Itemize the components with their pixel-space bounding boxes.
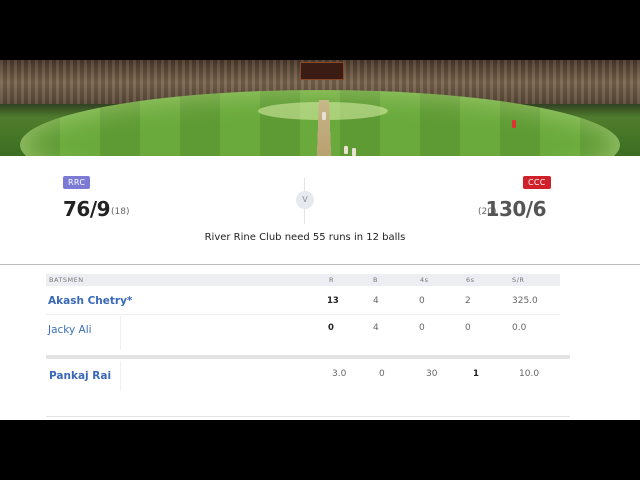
batsman-name-link[interactable]: Jacky Ali	[48, 324, 92, 336]
card-bottom-divider	[46, 416, 570, 417]
bowler-name-link[interactable]: Pankaj Rai	[49, 370, 111, 382]
header-runs: R	[329, 276, 335, 284]
header-strike-rate: S/R	[512, 276, 525, 284]
batting-table-header: BATSMEN R B 4s 6s S/R	[46, 274, 560, 286]
overs-left: (18)	[111, 207, 130, 217]
batsman-name-link[interactable]: Akash Chetry*	[48, 295, 132, 307]
team-badge-right[interactable]: CCC	[523, 176, 551, 189]
match-status-text: River Rine Club need 55 runs in 12 balls	[204, 232, 406, 243]
pitch	[316, 100, 332, 156]
column-divider	[120, 316, 121, 350]
score-right: 130/6	[485, 197, 547, 221]
batsman-sixes: 2	[465, 296, 471, 306]
batsman-fours: 0	[419, 296, 425, 306]
scorecard: RRC CCC 76/9 (18) (20) 130/6 V River Rin…	[0, 156, 640, 420]
batting-bowling-separator	[46, 355, 570, 359]
batsman-strike-rate: 0.0	[512, 323, 527, 333]
batsman-sixes: 0	[465, 323, 471, 333]
batsman-balls: 4	[373, 323, 379, 333]
stadium-banner-image	[0, 60, 640, 156]
bowler-overs: 3.0	[332, 369, 347, 379]
player-figure	[512, 120, 516, 128]
batsman-runs: 13	[327, 296, 339, 306]
score-left: 76/9	[63, 197, 111, 221]
row-divider	[46, 314, 560, 315]
player-figure	[344, 146, 348, 154]
header-balls: B	[373, 276, 378, 284]
batsman-fours: 0	[419, 323, 425, 333]
player-figure	[352, 148, 356, 156]
column-divider	[120, 361, 121, 391]
bowler-economy: 10.0	[519, 369, 540, 379]
batsman-runs: 0	[328, 323, 334, 333]
vs-badge: V	[296, 191, 314, 209]
bowler-runs: 30	[426, 369, 438, 379]
header-sixes: 6s	[466, 276, 475, 284]
header-fours: 4s	[420, 276, 429, 284]
team-badge-left[interactable]: RRC	[63, 176, 91, 189]
bowler-wickets: 1	[473, 369, 479, 379]
bowler-maidens: 0	[379, 369, 385, 379]
batsman-strike-rate: 325.0	[512, 296, 538, 306]
stadium-scoreboard	[300, 62, 344, 80]
header-batsmen: BATSMEN	[49, 276, 84, 284]
batsman-balls: 4	[373, 296, 379, 306]
player-figure	[322, 112, 326, 120]
section-divider	[0, 264, 640, 265]
